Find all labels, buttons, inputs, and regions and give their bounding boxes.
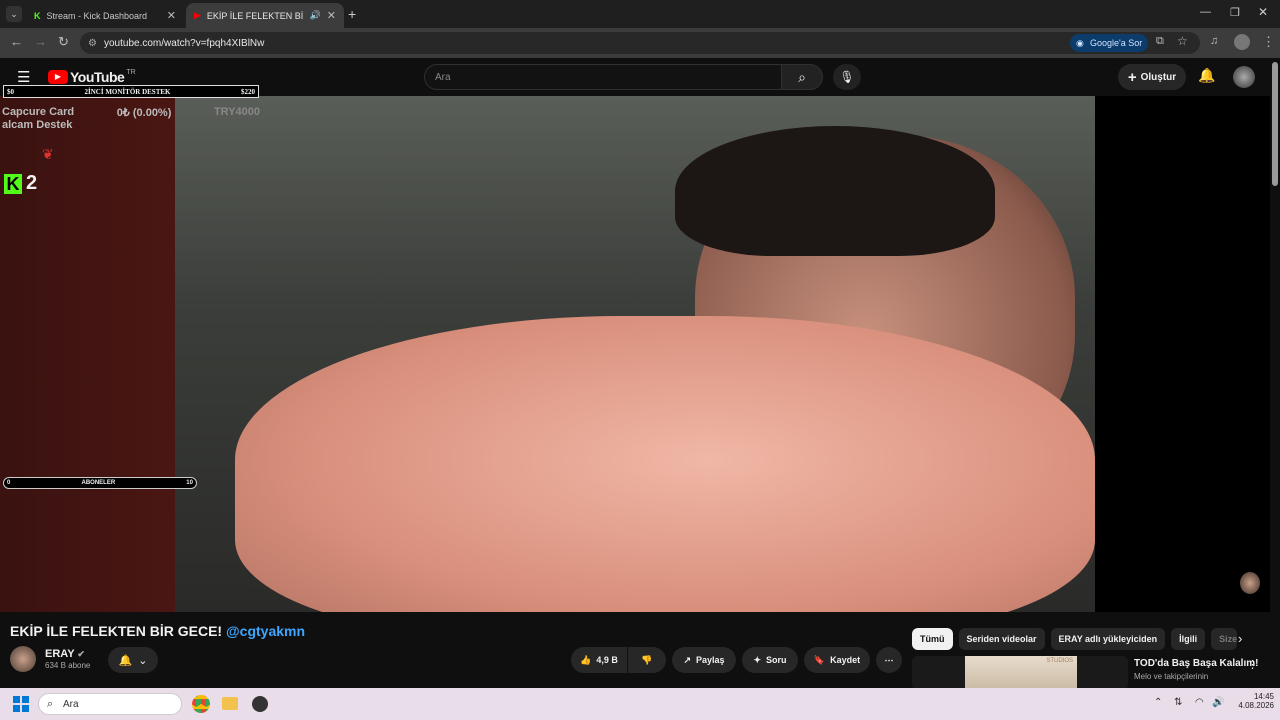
tab-kick-dashboard[interactable]: K Stream - Kick Dashboard ✕ <box>26 3 184 28</box>
file-explorer-icon[interactable] <box>222 697 238 710</box>
thumbs-down-icon: 👎 <box>641 654 653 665</box>
address-bar[interactable]: ⚙ youtube.com/watch?v=fpqh4XIBlNw <box>80 32 1200 54</box>
chrome-icon[interactable] <box>192 695 210 713</box>
voice-search-button[interactable]: 🎙 <box>833 64 861 90</box>
verified-icon: ✔ <box>77 649 85 659</box>
app-icon[interactable] <box>252 696 268 712</box>
profile-avatar[interactable] <box>1234 34 1250 50</box>
hamburger-menu-icon[interactable]: ☰ <box>17 68 30 86</box>
volume-icon[interactable]: 🔊 <box>1212 697 1224 708</box>
mic-icon: 🎙 <box>839 70 855 84</box>
install-icon[interactable]: ⧉ <box>1156 35 1164 48</box>
chip-related[interactable]: İlgili <box>1171 628 1206 650</box>
create-button[interactable]: + Oluştur <box>1118 64 1186 90</box>
page-scrollbar[interactable] <box>1272 62 1278 186</box>
windows-start-icon[interactable] <box>13 696 29 712</box>
thumbs-up-icon: 👍 <box>580 654 592 665</box>
ask-button[interactable]: ✦ Soru <box>742 647 798 673</box>
bookmark-icon: 🔖 <box>813 654 826 665</box>
kick-viewer-badge: K 2 <box>4 172 37 195</box>
capture-card-goal: Capcure Card 0₺ (0.00%) TRY4000 alcam De… <box>2 106 260 131</box>
chip-all[interactable]: Tümü <box>912 628 953 650</box>
menu-dots-icon[interactable]: ⋮ <box>1262 34 1275 50</box>
video-frame[interactable] <box>175 96 1095 612</box>
tray-expand-icon[interactable]: ⌃ <box>1154 697 1162 708</box>
chip-series[interactable]: Seriden videolar <box>958 628 1045 650</box>
save-button[interactable]: 🔖 Kaydet <box>804 647 870 673</box>
share-button[interactable]: ↗ Paylaş <box>672 647 736 673</box>
thumbnail-image: STUDIOS <box>965 656 1077 690</box>
close-icon[interactable]: ✕ <box>327 9 336 22</box>
chip-uploader[interactable]: ERAY adlı yükleyiciden <box>1050 628 1166 650</box>
new-tab-button[interactable]: + <box>348 6 356 22</box>
sparkle-icon: ✦ <box>753 654 762 665</box>
recommended-channel: Melo ve takipçilerinin <box>1134 672 1209 681</box>
subscription-bell-button[interactable]: 🔔 ⌄ <box>108 647 158 673</box>
kick-icon: K <box>34 10 41 21</box>
bell-icon: 🔔 <box>118 654 133 667</box>
tab-youtube-video[interactable]: ▶ EKİP İLE FELEKTEN BİR GECE 🔊 ✕ <box>186 3 344 28</box>
network-tray-icon[interactable]: ⇅ <box>1174 697 1182 708</box>
plus-icon: + <box>1127 68 1137 86</box>
speaker-icon: 🔊 <box>309 10 321 20</box>
mention-link[interactable]: @cgtyakmn <box>226 623 305 639</box>
bookmark-star-icon[interactable]: ☆ <box>1177 34 1188 48</box>
related-filter-chips: Tümü Seriden videolar ERAY adlı yükleyic… <box>912 628 1238 650</box>
chip-for-you[interactable]: Size <box>1211 628 1238 650</box>
search-button[interactable]: ⌕ <box>781 64 823 90</box>
youtube-logo[interactable]: ▶ YouTube TR <box>48 69 136 85</box>
back-icon[interactable]: ← <box>10 34 23 49</box>
minimize-button[interactable]: — <box>1200 6 1211 18</box>
media-icon[interactable]: ♫ <box>1210 35 1218 47</box>
taskbar-clock[interactable]: 14:45 4.08.2026 <box>1232 692 1274 710</box>
wifi-icon[interactable]: ◠ <box>1195 697 1204 708</box>
search-icon: ⌕ <box>798 68 806 85</box>
donation-goal-bar: $0 2İNCİ MONİTÖR DESTEK $220 <box>3 85 259 98</box>
google-ask-button[interactable]: ◉ Google'a Sor <box>1070 34 1148 52</box>
search-input[interactable]: Ara <box>424 64 782 90</box>
reload-icon[interactable]: ↻ <box>58 34 69 50</box>
more-actions-button[interactable]: ⋯ <box>876 647 902 673</box>
subscriber-goal-bar: 0 ABONELER 10 <box>3 477 197 489</box>
channel-name[interactable]: ERAY ✔ <box>45 648 85 660</box>
blurred-hand <box>235 316 1095 612</box>
video-title: EKİP İLE FELEKTEN BİR GECE! @cgtyakmn <box>10 623 306 639</box>
account-avatar[interactable] <box>1233 66 1255 88</box>
lens-icon: ◉ <box>1076 37 1084 48</box>
more-dots-icon: ⋯ <box>884 654 894 665</box>
close-window-button[interactable]: ✕ <box>1258 5 1268 19</box>
tab-search-button[interactable]: ⌄ <box>6 6 22 22</box>
search-icon: ⌕ <box>47 697 54 710</box>
chevron-right-icon[interactable]: › <box>1238 631 1242 646</box>
kick-logo-icon: K <box>4 173 22 194</box>
notifications-bell-icon[interactable]: 🔔 <box>1198 67 1215 84</box>
close-icon[interactable]: ✕ <box>167 9 176 22</box>
share-icon: ↗ <box>683 654 691 665</box>
channel-watermark[interactable] <box>1240 572 1260 594</box>
recommended-menu-icon[interactable]: ⋮ <box>1247 658 1258 671</box>
channel-avatar[interactable] <box>10 646 36 672</box>
flame-icon: ❦ <box>42 146 54 162</box>
youtube-play-icon: ▶ <box>48 70 68 84</box>
dislike-button[interactable]: 👎 <box>628 647 666 673</box>
recommended-title[interactable]: TOD'da Baş Başa Kalalım! <box>1134 658 1258 669</box>
forward-icon[interactable]: → <box>34 34 47 49</box>
taskbar-search-input[interactable]: ⌕ Ara <box>38 693 182 715</box>
site-info-icon[interactable]: ⚙ <box>88 38 97 49</box>
maximize-button[interactable]: ❐ <box>1230 6 1240 19</box>
like-button[interactable]: 👍 4,9 B <box>571 647 627 673</box>
subscriber-count: 634 B abone <box>45 661 91 670</box>
person-hair <box>675 126 995 256</box>
youtube-icon: ▶ <box>194 10 201 20</box>
chevron-down-icon: ⌄ <box>138 654 148 667</box>
